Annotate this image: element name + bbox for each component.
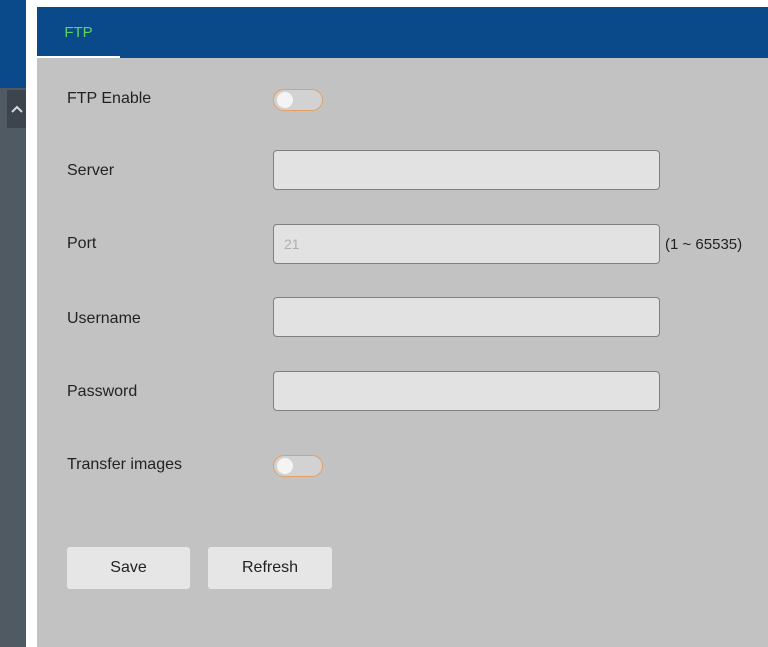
refresh-button[interactable]: Refresh [208, 547, 332, 589]
ftp-enable-toggle[interactable] [273, 89, 323, 111]
sidebar-gap [26, 0, 37, 647]
port-range-hint: (1 ~ 65535) [665, 236, 743, 253]
ftp-enable-label: FTP Enable [67, 90, 152, 107]
password-label: Password [67, 383, 138, 400]
server-label: Server [67, 162, 115, 179]
scroll-up-button[interactable] [7, 90, 26, 128]
toggle-knob [277, 458, 293, 474]
chevron-up-icon [10, 105, 23, 113]
server-input[interactable] [273, 150, 660, 190]
tab-ftp-label: FTP [64, 24, 93, 41]
port-label: Port [67, 235, 97, 252]
port-input[interactable] [273, 224, 660, 264]
tab-ftp[interactable]: FTP [37, 7, 120, 58]
transfer-images-toggle[interactable] [273, 455, 323, 477]
tab-active-indicator [37, 56, 120, 58]
left-sidebar [0, 0, 37, 647]
ftp-settings-panel: FTP FTP Enable Server Port (1 ~ 65535) U… [37, 7, 768, 647]
username-label: Username [67, 310, 141, 327]
save-button[interactable]: Save [67, 547, 190, 589]
sidebar-header [0, 0, 26, 88]
transfer-images-label: Transfer images [67, 456, 182, 473]
panel-header: FTP [37, 7, 768, 58]
toggle-knob [277, 92, 293, 108]
password-input[interactable] [273, 371, 660, 411]
sidebar-body [0, 88, 26, 647]
username-input[interactable] [273, 297, 660, 337]
